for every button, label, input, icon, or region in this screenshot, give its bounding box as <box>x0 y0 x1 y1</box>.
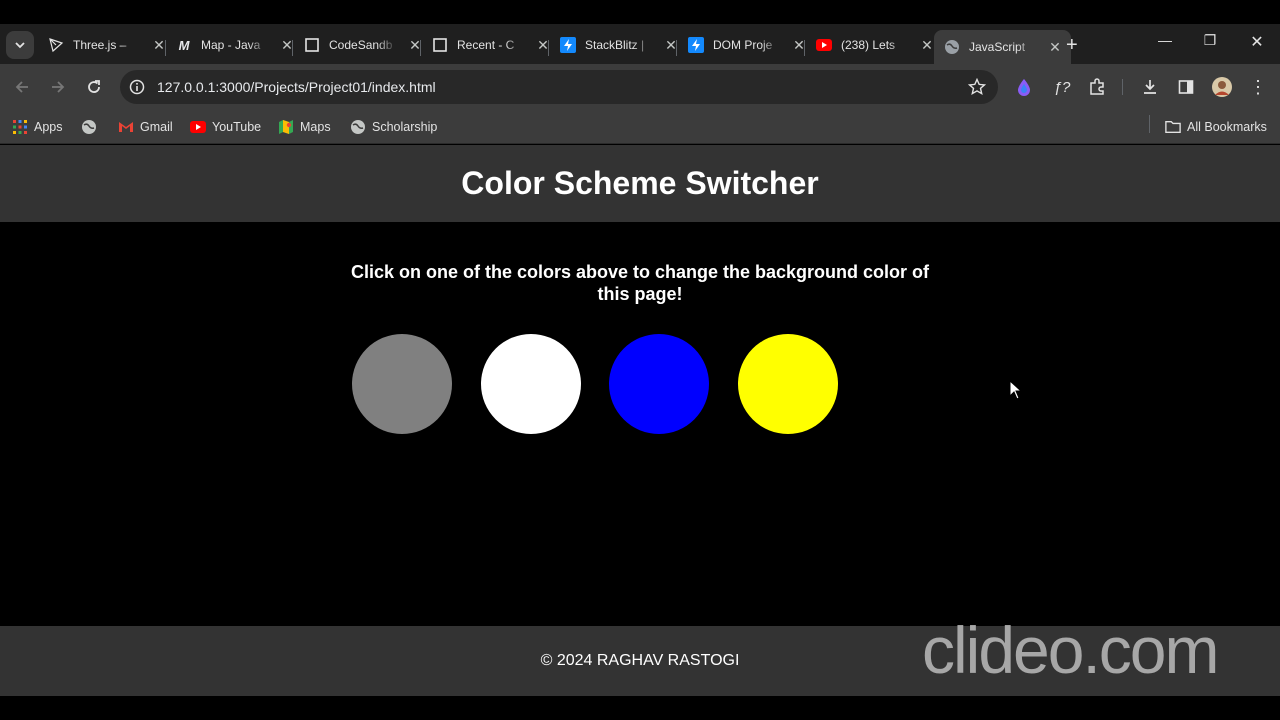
tab-codesandbox[interactable]: CodeSandb ✕ <box>294 30 431 60</box>
address-bar[interactable]: 127.0.0.1:3000/Projects/Project01/index.… <box>120 70 998 104</box>
minimize-icon[interactable]: — <box>1155 32 1175 48</box>
bookmark-youtube[interactable]: YouTube <box>190 116 261 138</box>
page-header: Color Scheme Switcher <box>0 145 1280 222</box>
top-black-bar <box>0 0 1280 24</box>
tab-divider <box>292 40 293 56</box>
tab-recent[interactable]: Recent - C ✕ <box>422 30 559 60</box>
bookmark-label: All Bookmarks <box>1187 120 1267 134</box>
bookmark-maps[interactable]: Maps <box>278 116 331 138</box>
threejs-icon <box>48 37 64 53</box>
toolbar-divider <box>1122 79 1123 95</box>
bookmark-all-bookmarks[interactable]: All Bookmarks <box>1165 116 1267 138</box>
bookmark-globe[interactable] <box>81 116 103 138</box>
reload-icon <box>88 80 100 93</box>
chevron-down-icon <box>15 42 25 49</box>
tab-title: Three.js – <box>73 38 127 52</box>
tab-dom-project[interactable]: DOM Proje ✕ <box>678 30 815 60</box>
restore-icon[interactable]: ❐ <box>1200 32 1220 49</box>
arrow-right-icon <box>52 81 65 93</box>
swatch-blue[interactable] <box>609 334 709 434</box>
folder-icon <box>1165 119 1181 135</box>
swatch-white[interactable] <box>481 334 581 434</box>
maps-icon <box>278 119 294 135</box>
tab-divider <box>676 40 677 56</box>
tab-map[interactable]: M Map - Java ✕ <box>166 30 303 60</box>
url-text[interactable]: 127.0.0.1:3000/Projects/Project01/index.… <box>157 79 436 95</box>
stackblitz-icon <box>688 37 704 53</box>
browser-toolbar: 127.0.0.1:3000/Projects/Project01/index.… <box>0 64 1280 110</box>
tab-divider <box>420 40 421 56</box>
tab-stackblitz[interactable]: StackBlitz | ✕ <box>550 30 687 60</box>
tab-title: Recent - C <box>457 38 515 52</box>
tab-strip: Three.js – ✕ M Map - Java ✕ CodeSandb ✕ … <box>0 24 1280 64</box>
formula-extension-icon[interactable]: ƒ? <box>1049 76 1075 98</box>
instructions-text: Click on one of the colors above to chan… <box>350 262 930 304</box>
bookmark-label: YouTube <box>212 120 262 134</box>
side-panel-icon[interactable] <box>1175 76 1197 98</box>
reload-button[interactable] <box>83 76 105 98</box>
bookmark-label: Apps <box>34 120 63 134</box>
downloads-icon[interactable] <box>1139 76 1161 98</box>
bookmark-label: Scholarship <box>372 120 438 134</box>
bookmark-label: Maps <box>300 120 331 134</box>
tab-title: JavaScript <box>969 40 1026 54</box>
globe-icon <box>81 119 97 135</box>
tab-title: CodeSandb <box>329 38 393 52</box>
bookmark-gmail[interactable]: Gmail <box>118 116 173 138</box>
codesandbox-icon <box>432 37 448 53</box>
tab-divider <box>548 40 549 56</box>
tab-search-button[interactable] <box>6 31 34 59</box>
forward-button[interactable] <box>47 76 69 98</box>
new-tab-button[interactable]: + <box>1066 34 1078 57</box>
site-info-icon[interactable] <box>129 79 145 95</box>
bookmark-label: Gmail <box>140 120 173 134</box>
close-icon[interactable]: ✕ <box>919 37 935 54</box>
bookmark-star-icon[interactable] <box>968 78 986 96</box>
bookmark-scholarship[interactable]: Scholarship <box>350 116 437 138</box>
gmail-icon <box>118 119 134 135</box>
bookmarks-divider <box>1149 115 1150 133</box>
back-button[interactable] <box>11 76 33 98</box>
tab-divider <box>804 40 805 56</box>
apps-grid-icon <box>12 119 28 135</box>
codesandbox-icon <box>304 37 320 53</box>
tab-title: (238) Lets <box>841 38 896 52</box>
globe-icon <box>944 39 960 55</box>
tab-title: Map - Java <box>201 38 261 52</box>
youtube-icon <box>816 37 832 53</box>
tab-title: DOM Proje <box>713 38 773 52</box>
profile-avatar[interactable] <box>1211 76 1233 98</box>
medium-icon: M <box>178 37 190 53</box>
close-icon[interactable]: ✕ <box>1047 39 1063 56</box>
swatch-yellow[interactable] <box>738 334 838 434</box>
tab-youtube[interactable]: (238) Lets ✕ <box>806 30 943 60</box>
arrow-left-icon <box>15 81 28 93</box>
bookmarks-bar: Apps Gmail YouTube Maps Scholarship All … <box>0 110 1280 144</box>
clideo-watermark: clideo.com <box>922 613 1219 687</box>
footer-copyright: © 2024 RAGHAV RASTOGI <box>540 652 740 669</box>
youtube-icon <box>190 119 206 135</box>
tab-threejs[interactable]: Three.js – ✕ <box>38 30 175 60</box>
mouse-cursor-icon <box>1009 380 1023 400</box>
page-title: Color Scheme Switcher <box>461 165 819 201</box>
tab-title: StackBlitz | <box>585 38 645 52</box>
bottom-black-bar <box>0 696 1280 720</box>
bookmark-apps[interactable]: Apps <box>12 116 63 138</box>
globe-icon <box>350 119 366 135</box>
menu-kebab-icon[interactable]: ⋮ <box>1247 76 1269 98</box>
stackblitz-icon <box>560 37 576 53</box>
window-close-icon[interactable]: ✕ <box>1247 32 1267 52</box>
extensions-puzzle-icon[interactable] <box>1086 76 1108 98</box>
extension-drop-icon[interactable] <box>1013 76 1035 98</box>
tab-javascript-active[interactable]: JavaScript ✕ <box>934 30 1071 64</box>
swatch-grey[interactable] <box>352 334 452 434</box>
